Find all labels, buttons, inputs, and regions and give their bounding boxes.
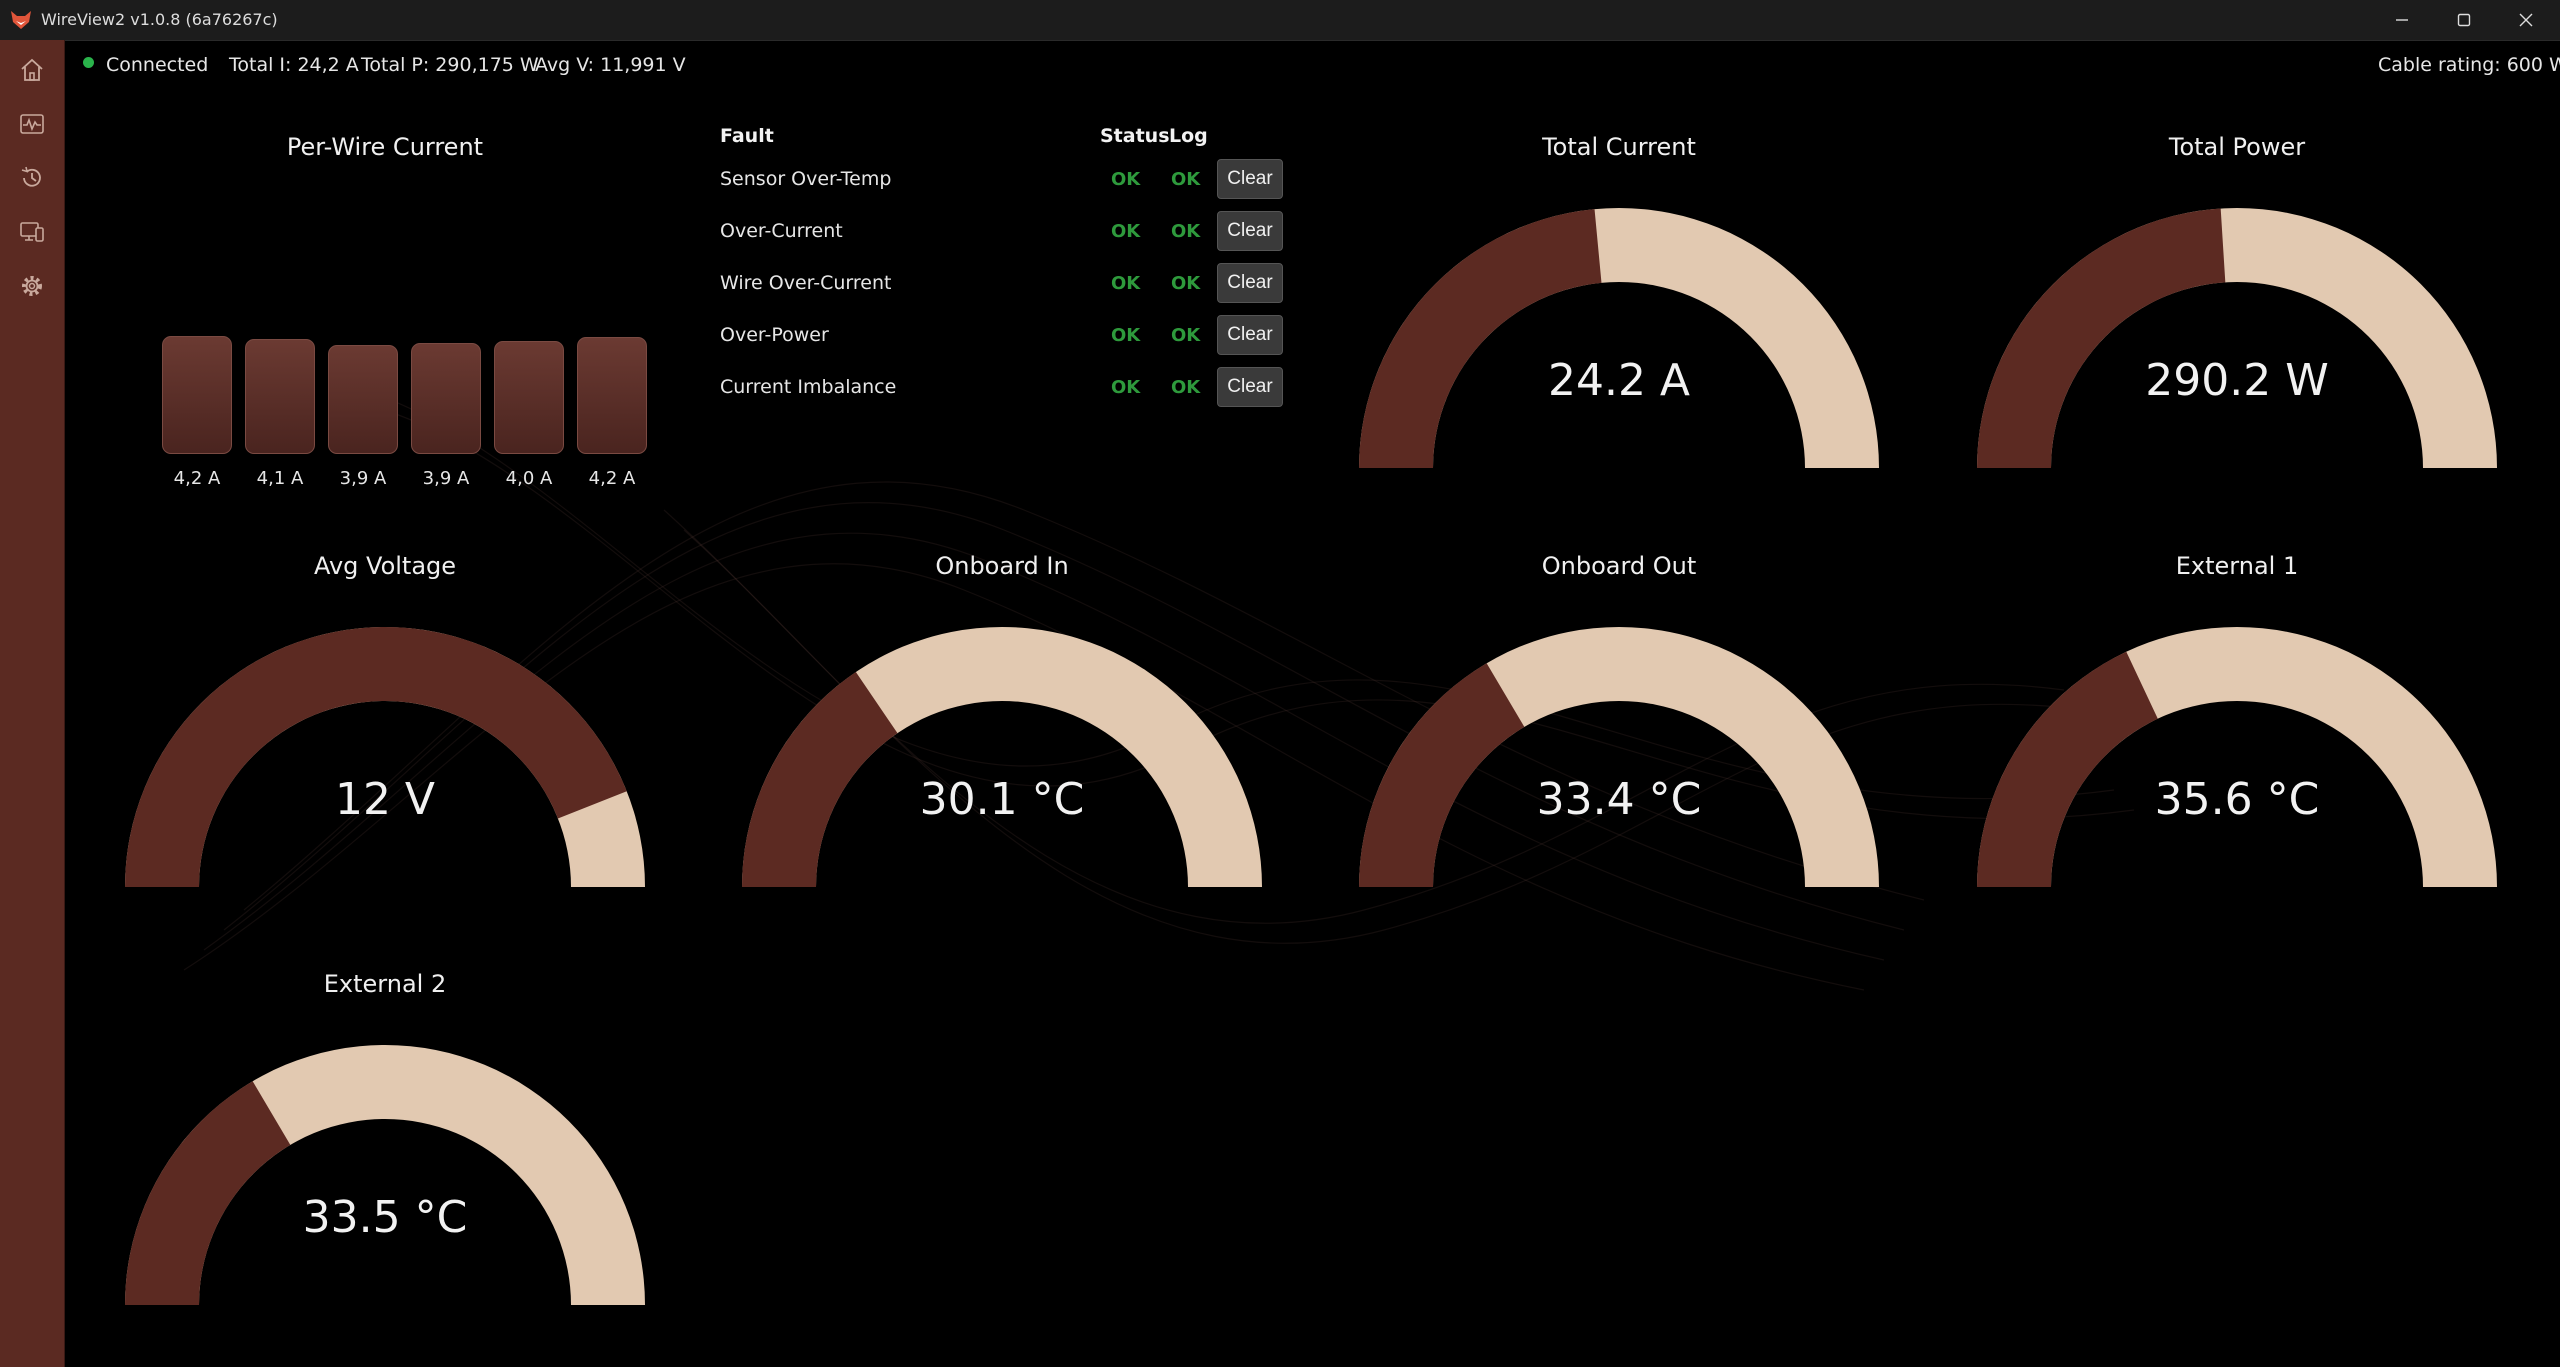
status-header: Status bbox=[1100, 125, 1170, 147]
gauge-total-power bbox=[1977, 208, 2497, 468]
fault-name: Over-Current bbox=[720, 220, 843, 242]
fault-log: OK bbox=[1171, 377, 1201, 398]
home-icon bbox=[21, 58, 43, 81]
cable-rating: Cable rating: 600 W bbox=[2378, 54, 2560, 76]
fault-name: Over-Power bbox=[720, 324, 829, 346]
gauge-title-avg-voltage: Avg Voltage bbox=[313, 552, 457, 580]
title-bar[interactable]: WireView2 v1.0.8 (6a76267c) bbox=[0, 0, 2560, 41]
close-button[interactable] bbox=[2494, 0, 2558, 40]
gauge-fill bbox=[1359, 663, 1525, 887]
gauge-onboard-in bbox=[742, 627, 1262, 887]
maximize-button[interactable] bbox=[2432, 0, 2496, 40]
maximize-icon bbox=[2457, 13, 2471, 27]
gauge-value-onboard-out: 33.4 °C bbox=[1536, 774, 1702, 825]
gauge-value-external-2: 33.5 °C bbox=[302, 1192, 468, 1243]
per-wire-title: Per-Wire Current bbox=[286, 133, 484, 161]
gauge-fill bbox=[125, 627, 627, 887]
fault-name: Current Imbalance bbox=[720, 376, 897, 398]
fault-log: OK bbox=[1171, 221, 1201, 242]
history-icon bbox=[21, 166, 41, 187]
clear-button-over-current[interactable]: Clear bbox=[1217, 211, 1283, 251]
fox-logo-icon bbox=[10, 10, 32, 30]
gauge-total-current bbox=[1359, 208, 1879, 469]
gauge-title-external-1: External 1 bbox=[2175, 552, 2299, 580]
clear-button-over-power[interactable]: Clear bbox=[1217, 315, 1283, 355]
gauge-value-total-current: 24.2 A bbox=[1547, 355, 1691, 406]
wire-bar-6 bbox=[577, 337, 647, 454]
fault-log: OK bbox=[1171, 325, 1201, 346]
wire-label-3: 3,9 A bbox=[339, 468, 387, 489]
gauge-title-onboard-out: Onboard Out bbox=[1541, 552, 1697, 580]
wire-bar-1 bbox=[162, 336, 232, 454]
fault-name: Wire Over-Current bbox=[720, 272, 892, 294]
nav-settings[interactable] bbox=[14, 268, 50, 304]
wire-bar-5 bbox=[494, 341, 564, 454]
gauge-title-total-power: Total Power bbox=[2168, 133, 2306, 161]
wire-label-4: 3,9 A bbox=[422, 468, 470, 489]
gauge-title-onboard-in: Onboard In bbox=[935, 552, 1069, 580]
nav-history[interactable] bbox=[14, 160, 50, 196]
status-bar: Connected Total I: 24,2 A Total P: 290,1… bbox=[64, 40, 2560, 90]
wire-label-6: 4,2 A bbox=[588, 468, 636, 489]
sidebar bbox=[0, 40, 65, 1367]
gauge-value-total-power: 290.2 W bbox=[2145, 355, 2329, 406]
wire-bar-2 bbox=[245, 339, 315, 454]
fault-status: OK bbox=[1111, 273, 1141, 294]
devices-icon bbox=[20, 222, 44, 242]
gauge-title-total-current: Total Current bbox=[1542, 133, 1696, 161]
nav-devices[interactable] bbox=[14, 214, 50, 250]
close-icon bbox=[2519, 13, 2533, 27]
gauge-fill bbox=[1359, 209, 1602, 469]
total-power-readout: Total P: 290,175 W bbox=[361, 54, 539, 76]
fault-name: Sensor Over-Temp bbox=[720, 168, 892, 190]
nav-home[interactable] bbox=[14, 52, 50, 88]
wire-label-2: 4,1 A bbox=[256, 468, 304, 489]
total-current-readout: Total I: 24,2 A bbox=[229, 54, 359, 76]
gauge-external-1 bbox=[1977, 627, 2497, 887]
fault-status: OK bbox=[1111, 377, 1141, 398]
avg-voltage-readout: Avg V: 11,991 V bbox=[535, 54, 686, 76]
fault-status: OK bbox=[1111, 169, 1141, 190]
waveform-icon bbox=[20, 114, 44, 134]
fault-log: OK bbox=[1171, 273, 1201, 294]
gauge-title-external-2: External 2 bbox=[323, 970, 447, 998]
wire-bar-4 bbox=[411, 343, 481, 454]
fault-status: OK bbox=[1111, 221, 1141, 242]
gauge-avg-voltage bbox=[125, 627, 645, 887]
minimize-icon bbox=[2396, 19, 2408, 21]
fault-status: OK bbox=[1111, 325, 1141, 346]
window-title: WireView2 v1.0.8 (6a76267c) bbox=[41, 10, 278, 29]
nav-monitor[interactable] bbox=[14, 106, 50, 142]
gear-icon bbox=[22, 276, 42, 296]
gauge-fill bbox=[742, 671, 898, 887]
fault-header: Fault bbox=[720, 125, 774, 147]
gauge-fill bbox=[1977, 208, 2226, 468]
gauge-onboard-out bbox=[1359, 627, 1879, 887]
gauge-value-external-1: 35.6 °C bbox=[2154, 774, 2320, 825]
gauge-value-onboard-in: 30.1 °C bbox=[919, 774, 1085, 825]
wire-label-1: 4,2 A bbox=[173, 468, 221, 489]
minimize-button[interactable] bbox=[2370, 0, 2434, 40]
fault-log: OK bbox=[1171, 169, 1201, 190]
gauge-fill bbox=[1977, 651, 2158, 887]
clear-button-wire-over-current[interactable]: Clear bbox=[1217, 263, 1283, 303]
wire-label-5: 4,0 A bbox=[505, 468, 553, 489]
gauge-fill bbox=[125, 1081, 291, 1305]
clear-button-current-imbalance[interactable]: Clear bbox=[1217, 367, 1283, 407]
log-header: Log bbox=[1169, 125, 1208, 147]
gauge-value-avg-voltage: 12 V bbox=[334, 774, 436, 825]
gauge-external-2 bbox=[125, 1045, 645, 1305]
clear-button-sensor-over-temp[interactable]: Clear bbox=[1217, 159, 1283, 199]
wire-bar-3 bbox=[328, 345, 398, 454]
connection-status: Connected bbox=[106, 54, 209, 76]
